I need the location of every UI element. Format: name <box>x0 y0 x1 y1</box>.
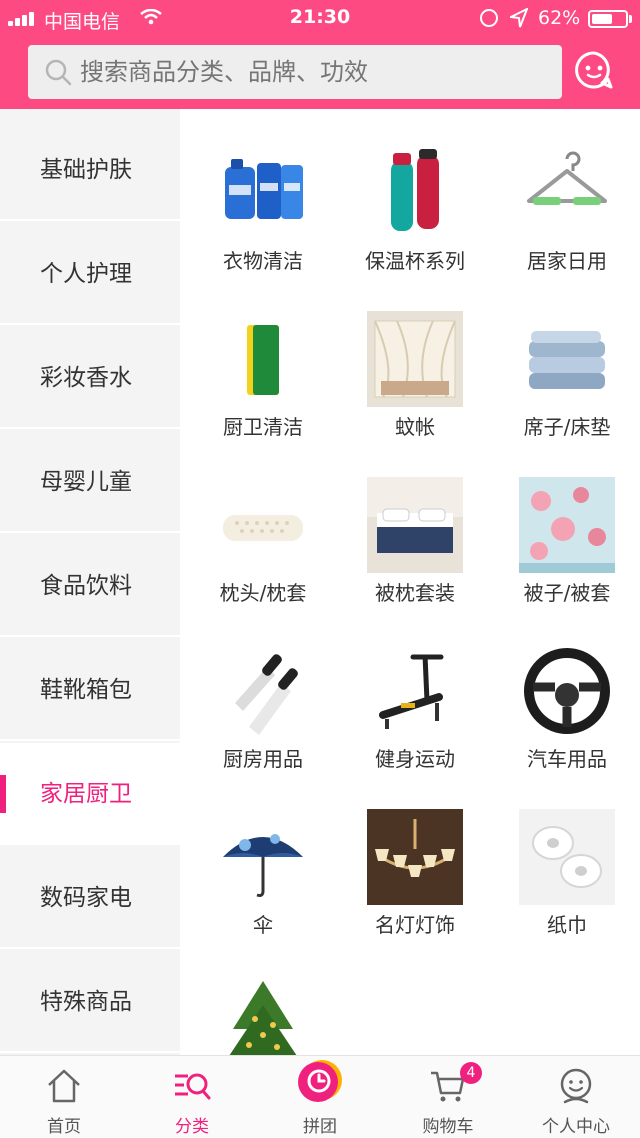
subcategory-item[interactable]: 纸巾 <box>492 781 640 946</box>
app-header: 中国电信 21:30 62% <box>0 0 640 109</box>
subcategory-item[interactable]: 伞 <box>188 781 338 946</box>
category-item[interactable]: 特殊商品 <box>0 951 180 1053</box>
subcategory-item[interactable]: 名灯灯饰 <box>340 781 490 946</box>
tab-home[interactable]: 首页 <box>0 1056 128 1138</box>
scrub-sponge-icon <box>215 311 311 407</box>
category-label: 基础护肤 <box>40 157 132 183</box>
tab-cart[interactable]: 购物车 <box>384 1056 512 1138</box>
subcategory-label: 被枕套装 <box>375 581 455 605</box>
mosquito-net-icon <box>367 311 463 407</box>
subcategory-label: 厨房用品 <box>223 747 303 771</box>
category-item[interactable]: 食品饮料 <box>0 535 180 637</box>
tab-label: 个人中心 <box>542 1117 610 1137</box>
category-label: 彩妆香水 <box>40 365 132 391</box>
subcategory-label: 衣物清洁 <box>223 249 303 273</box>
tab-label: 首页 <box>47 1117 81 1137</box>
subcategory-item[interactable]: 厨卫清洁 <box>188 283 338 448</box>
christmas-tree-icon <box>215 975 311 1055</box>
subcategory-label: 保温杯系列 <box>365 249 465 273</box>
category-item[interactable]: 家居厨卫 <box>0 743 180 845</box>
subcategory-item[interactable]: 衣物清洁 <box>188 117 338 282</box>
category-label: 个人护理 <box>40 261 132 287</box>
folded-mat-icon <box>519 311 615 407</box>
subcategory-item[interactable]: 蚊帐 <box>340 283 490 448</box>
category-label: 数码家电 <box>40 885 132 911</box>
subcategory-item[interactable]: 厨房用品 <box>188 615 338 780</box>
subcategory-label: 枕头/枕套 <box>219 581 307 605</box>
tab-profile[interactable]: 个人中心 <box>512 1056 640 1138</box>
subcategory-item[interactable]: 席子/床垫 <box>492 283 640 448</box>
tab-category[interactable]: 分类 <box>128 1056 256 1138</box>
subcategory-item[interactable]: 健身运动 <box>340 615 490 780</box>
subcategory-label: 纸巾 <box>547 913 587 937</box>
rotation-lock-icon <box>480 9 498 27</box>
home-icon <box>48 1069 80 1103</box>
kitchen-knives-icon <box>215 643 311 739</box>
subcategory-item[interactable] <box>188 947 338 1055</box>
category-label: 母婴儿童 <box>40 469 132 495</box>
category-label: 食品饮料 <box>40 573 132 599</box>
subcategory-label: 居家日用 <box>527 249 607 273</box>
message-icon[interactable] <box>574 50 614 90</box>
cart-count-badge: 4 <box>460 1062 482 1084</box>
floral-quilt-icon <box>519 477 615 573</box>
subcategory-item[interactable]: 汽车用品 <box>492 615 640 780</box>
subcategory-label: 席子/床垫 <box>523 415 611 439</box>
thermos-bottles-icon <box>367 145 463 241</box>
category-label: 家居厨卫 <box>40 781 132 807</box>
subcategory-item[interactable]: 枕头/枕套 <box>188 449 338 614</box>
category-icon <box>175 1073 211 1100</box>
subcategory-item[interactable]: 保温杯系列 <box>340 117 490 282</box>
tab-group-buy[interactable]: 拼团 <box>256 1056 384 1138</box>
exercise-bench-icon <box>367 643 463 739</box>
search-input[interactable] <box>80 45 550 99</box>
steering-wheel-icon <box>519 643 615 739</box>
search-bar[interactable] <box>28 45 562 99</box>
clothes-hanger-icon <box>519 145 615 241</box>
profile-icon <box>560 1068 592 1104</box>
laundry-detergent-icon <box>215 145 311 241</box>
category-item[interactable]: 鞋靴箱包 <box>0 639 180 741</box>
latex-pillow-icon <box>215 477 311 573</box>
category-label: 鞋靴箱包 <box>40 677 132 703</box>
subcategory-label: 蚊帐 <box>395 415 435 439</box>
search-icon <box>45 59 72 86</box>
chandelier-icon <box>367 809 463 905</box>
category-sidebar: 基础护肤个人护理彩妆香水母婴儿童食品饮料鞋靴箱包家居厨卫数码家电特殊商品 <box>0 109 180 1055</box>
subcategory-label: 伞 <box>253 913 273 937</box>
group-buy-icon <box>298 1060 342 1102</box>
subcategory-label: 汽车用品 <box>527 747 607 771</box>
battery-tip <box>629 15 632 23</box>
subcategory-item[interactable]: 居家日用 <box>492 117 640 282</box>
battery-level <box>592 14 612 24</box>
status-bar: 中国电信 21:30 62% <box>0 0 640 36</box>
subcategory-label: 被子/被套 <box>523 581 611 605</box>
tab-label: 拼团 <box>303 1117 337 1137</box>
active-indicator <box>0 775 6 813</box>
location-arrow-icon <box>510 8 528 28</box>
battery-percent: 62% <box>538 7 581 29</box>
umbrella-icon <box>215 809 311 905</box>
subcategory-item[interactable]: 被枕套装 <box>340 449 490 614</box>
subcategory-label: 名灯灯饰 <box>375 913 455 937</box>
category-item[interactable]: 个人护理 <box>0 223 180 325</box>
subcategory-label: 健身运动 <box>375 747 455 771</box>
subcategory-item[interactable]: 被子/被套 <box>492 449 640 614</box>
bottom-tab-bar: 首页 分类 拼团 购物车 4 个人中心 <box>0 1055 640 1138</box>
tissue-rolls-icon <box>519 809 615 905</box>
category-label: 特殊商品 <box>40 989 132 1015</box>
tab-label: 分类 <box>175 1117 209 1137</box>
category-item[interactable]: 数码家电 <box>0 847 180 949</box>
subcategory-grid: 衣物清洁 保温杯系列 居家日用厨卫清洁 蚊帐 席子/床垫枕头/枕套 被枕套装 被子/被套厨房… <box>180 109 640 1055</box>
subcategory-label: 厨卫清洁 <box>223 415 303 439</box>
bedding-set-icon <box>367 477 463 573</box>
category-item[interactable]: 基础护肤 <box>0 119 180 221</box>
category-item[interactable]: 母婴儿童 <box>0 431 180 533</box>
category-item[interactable]: 彩妆香水 <box>0 327 180 429</box>
tab-label: 购物车 <box>422 1117 474 1137</box>
battery-icon <box>588 10 628 28</box>
